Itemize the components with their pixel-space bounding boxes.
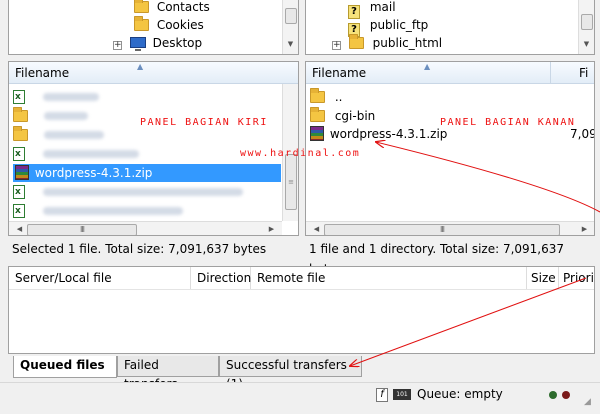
local-tree-scrollbar[interactable]: ▼ [282, 0, 298, 54]
remote-status-text: 1 file and 1 directory. Total size: 7,09… [309, 242, 565, 276]
spreadsheet-file-icon [13, 88, 25, 106]
sort-arrow-icon: ▲ [424, 62, 431, 71]
tree-item-label: public_html [372, 36, 443, 50]
blurred-filename [43, 150, 139, 158]
column-header-filesize[interactable]: Fi [550, 62, 594, 84]
column-header-label: Filename [312, 66, 367, 80]
file-name: .. [334, 90, 343, 104]
annotation-left-panel: PANEL BAGIAN KIRI [140, 117, 268, 128]
column-header-server-local-file[interactable]: Server/Local file [9, 267, 191, 289]
column-header-label: Filename [15, 66, 70, 80]
scroll-thumb[interactable]: III [324, 224, 560, 235]
desktop-icon [129, 37, 146, 51]
spreadsheet-file-icon [13, 202, 25, 220]
list-item[interactable] [13, 202, 183, 220]
scroll-right-icon[interactable]: ▶ [578, 223, 591, 235]
folder-icon [310, 107, 325, 122]
scroll-thumb[interactable]: ≡ [285, 154, 297, 210]
column-header-extra[interactable] [282, 62, 298, 84]
tree-item-public-ftp[interactable]: ? public_ftp [348, 16, 429, 37]
sort-arrow-icon: ▲ [137, 62, 144, 71]
blurred-filename [43, 188, 243, 196]
folder-icon [13, 107, 28, 122]
tree-item-desktop[interactable]: + Desktop [113, 34, 202, 52]
tree-item-cookies[interactable]: Cookies [134, 16, 204, 34]
tree-item-label: Desktop [152, 36, 203, 50]
scroll-right-icon[interactable]: ▶ [265, 223, 278, 235]
column-header-remote-file[interactable]: Remote file [251, 267, 527, 289]
spreadsheet-file-icon [13, 145, 25, 163]
list-item-parent[interactable]: .. [310, 88, 342, 106]
local-status-text: Selected 1 file. Total size: 7,091,637 b… [12, 242, 267, 256]
blurred-filename [43, 207, 183, 215]
queue-header-divider [9, 289, 594, 290]
annotation-right-panel: PANEL BAGIAN KANAN [440, 117, 576, 128]
file-name: wordpress-4.3.1.zip [34, 166, 153, 180]
remote-tree-pane[interactable]: ? mail ? public_ftp + public_html ▼ [305, 0, 595, 55]
tree-item-mail[interactable]: ? mail [348, 0, 396, 19]
folder-icon [134, 16, 149, 31]
column-header-size[interactable]: Size [527, 267, 559, 289]
scroll-thumb[interactable] [285, 8, 297, 24]
connection-led-icon [549, 391, 557, 399]
scroll-left-icon[interactable]: ◀ [13, 223, 26, 235]
column-header-priority[interactable]: Priori [559, 267, 594, 289]
queue-status-text: Queue: empty [417, 387, 503, 401]
tab-successful-transfers[interactable]: Successful transfers (1) [219, 356, 362, 391]
transfer-queue-pane[interactable]: Server/Local file Direction Remote file … [8, 266, 595, 354]
scroll-down-icon[interactable]: ▼ [284, 38, 297, 50]
folder-icon [310, 88, 325, 103]
scroll-left-icon[interactable]: ◀ [310, 223, 323, 235]
list-item[interactable] [13, 107, 88, 125]
remote-tree-scrollbar[interactable]: ▼ [578, 0, 594, 54]
zip-archive-icon [310, 126, 324, 141]
folder-icon [13, 126, 28, 141]
tree-item-label: Cookies [156, 18, 204, 32]
folder-icon [134, 0, 149, 13]
scroll-down-icon[interactable]: ▼ [580, 38, 593, 50]
activity-led-icon [562, 391, 570, 399]
annotation-website: www.hardinal.com [240, 148, 361, 159]
column-header-filename[interactable]: ▲ Filename [9, 62, 282, 84]
resize-grip-icon[interactable]: ◢ [584, 397, 591, 407]
status-bar: f 101 Queue: empty ◢ [0, 382, 600, 414]
column-header-filename[interactable]: ▲ Filename [306, 62, 550, 84]
expand-plus-icon[interactable]: + [332, 41, 341, 50]
blurred-filename [44, 131, 104, 139]
tree-item-label: mail [369, 0, 396, 14]
tree-item-contacts[interactable]: Contacts [134, 0, 210, 16]
spreadsheet-file-icon [13, 183, 25, 201]
tree-item-public-html[interactable]: + public_html [332, 34, 442, 52]
local-list-hscrollbar[interactable]: ◀ III ▶ [9, 221, 282, 235]
list-item-selected[interactable]: wordpress-4.3.1.zip [13, 164, 281, 182]
list-item[interactable] [13, 145, 139, 163]
blurred-filename [43, 93, 99, 101]
binary-mode-icon[interactable]: 101 [393, 389, 411, 400]
filter-icon[interactable]: f [376, 388, 388, 402]
remote-list-hscrollbar[interactable]: ◀ III ▶ [306, 221, 594, 235]
local-tree-pane[interactable]: Contacts Cookies + Desktop ▼ [8, 0, 299, 55]
tree-item-label: public_ftp [369, 18, 429, 32]
file-name: cgi-bin [334, 109, 376, 123]
column-header-label: Fi [579, 66, 589, 80]
file-name: wordpress-4.3.1.zip [329, 127, 448, 141]
list-item[interactable] [13, 126, 104, 144]
tree-item-label: Contacts [156, 0, 210, 14]
list-item[interactable] [13, 88, 99, 106]
folder-icon [348, 34, 364, 49]
tab-queued-files[interactable]: Queued files [13, 356, 117, 378]
list-item-cgi-bin[interactable]: cgi-bin [310, 107, 375, 125]
scroll-thumb[interactable] [581, 14, 593, 30]
scroll-thumb[interactable]: III [27, 224, 137, 235]
column-header-direction[interactable]: Direction [191, 267, 251, 289]
expand-plus-icon[interactable]: + [113, 41, 122, 50]
zip-archive-icon [15, 165, 29, 180]
blurred-filename [44, 112, 88, 120]
tab-failed-transfers[interactable]: Failed transfers [117, 356, 219, 391]
list-item[interactable] [13, 183, 243, 201]
